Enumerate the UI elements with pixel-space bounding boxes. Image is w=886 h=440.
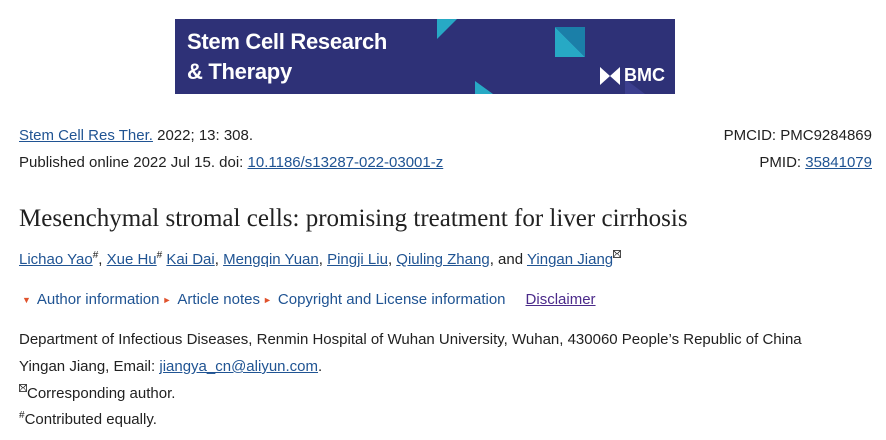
journal-link[interactable]: Stem Cell Res Ther. bbox=[19, 127, 153, 144]
collapsed-arrow-icon[interactable]: ► bbox=[163, 295, 172, 305]
author-link[interactable]: Kai Dai bbox=[166, 251, 214, 268]
email-prefix: Yingan Jiang, Email: bbox=[19, 358, 160, 375]
equal-contribution-mark: # bbox=[156, 250, 163, 261]
banner-title-line2: & Therapy bbox=[187, 59, 292, 84]
published-row: Published online 2022 Jul 15. doi: 10.11… bbox=[19, 154, 872, 171]
published-info: Published online 2022 Jul 15. doi: bbox=[19, 154, 248, 171]
email-suffix: . bbox=[318, 358, 323, 375]
author-list: Lichao Yao#, Xue Hu# Kai Dai, Mengqin Yu… bbox=[19, 250, 622, 268]
pmid-label: PMID: bbox=[759, 154, 806, 171]
author-link[interactable]: Pingji Liu bbox=[327, 251, 388, 268]
doi-link[interactable]: 10.1186/s13287-022-03001-z bbox=[248, 154, 444, 171]
journal-banner[interactable]: Stem Cell Research & Therapy BMC bbox=[175, 19, 675, 94]
corresponding-note: Corresponding author. bbox=[19, 384, 175, 402]
collapsed-arrow-icon[interactable]: ► bbox=[263, 295, 272, 305]
author-information-toggle[interactable]: Author information bbox=[37, 291, 160, 308]
bmc-mark-icon bbox=[600, 66, 620, 85]
contributed-note: #Contributed equally. bbox=[19, 410, 157, 428]
article-info-bar: ▼ Author information ► Article notes ► C… bbox=[19, 291, 596, 308]
author-link[interactable]: Mengqin Yuan bbox=[223, 251, 319, 268]
pmid-link[interactable]: 35841079 bbox=[805, 154, 872, 171]
email-link[interactable]: jiangya_cn@aliyun.com bbox=[159, 358, 318, 375]
envelope-icon[interactable] bbox=[613, 250, 622, 258]
envelope-icon bbox=[19, 384, 27, 392]
volume-info: 2022; 13: 308. bbox=[152, 127, 254, 144]
expand-arrow-icon[interactable]: ▼ bbox=[22, 295, 31, 305]
disclaimer-link[interactable]: Disclaimer bbox=[526, 291, 596, 308]
author-link[interactable]: Xue Hu bbox=[107, 251, 157, 268]
affiliation: Department of Infectious Diseases, Renmi… bbox=[19, 331, 802, 348]
equal-contribution-mark: # bbox=[92, 250, 99, 261]
author-link[interactable]: Lichao Yao bbox=[19, 251, 93, 268]
pmcid: PMCID: PMC9284869 bbox=[723, 127, 872, 144]
citation-row: Stem Cell Res Ther. 2022; 13: 308. PMCID… bbox=[19, 127, 872, 144]
corresponding-text: Corresponding author. bbox=[27, 385, 176, 402]
bmc-logo: BMC bbox=[600, 65, 665, 86]
pmid: PMID: 35841079 bbox=[759, 154, 872, 171]
banner-title-line1: Stem Cell Research bbox=[187, 29, 388, 54]
article-notes-toggle[interactable]: Article notes bbox=[177, 291, 260, 308]
copyright-toggle[interactable]: Copyright and License information bbox=[278, 291, 506, 308]
article-title: Mesenchymal stromal cells: promising tre… bbox=[19, 205, 688, 232]
author-link[interactable]: Yingan Jiang bbox=[527, 251, 613, 268]
author-link[interactable]: Qiuling Zhang bbox=[396, 251, 489, 268]
bmc-logo-text: BMC bbox=[624, 65, 665, 85]
contributed-text: Contributed equally. bbox=[24, 411, 157, 428]
corresponding-email: Yingan Jiang, Email: jiangya_cn@aliyun.c… bbox=[19, 358, 322, 375]
authors-and: and bbox=[498, 251, 524, 268]
